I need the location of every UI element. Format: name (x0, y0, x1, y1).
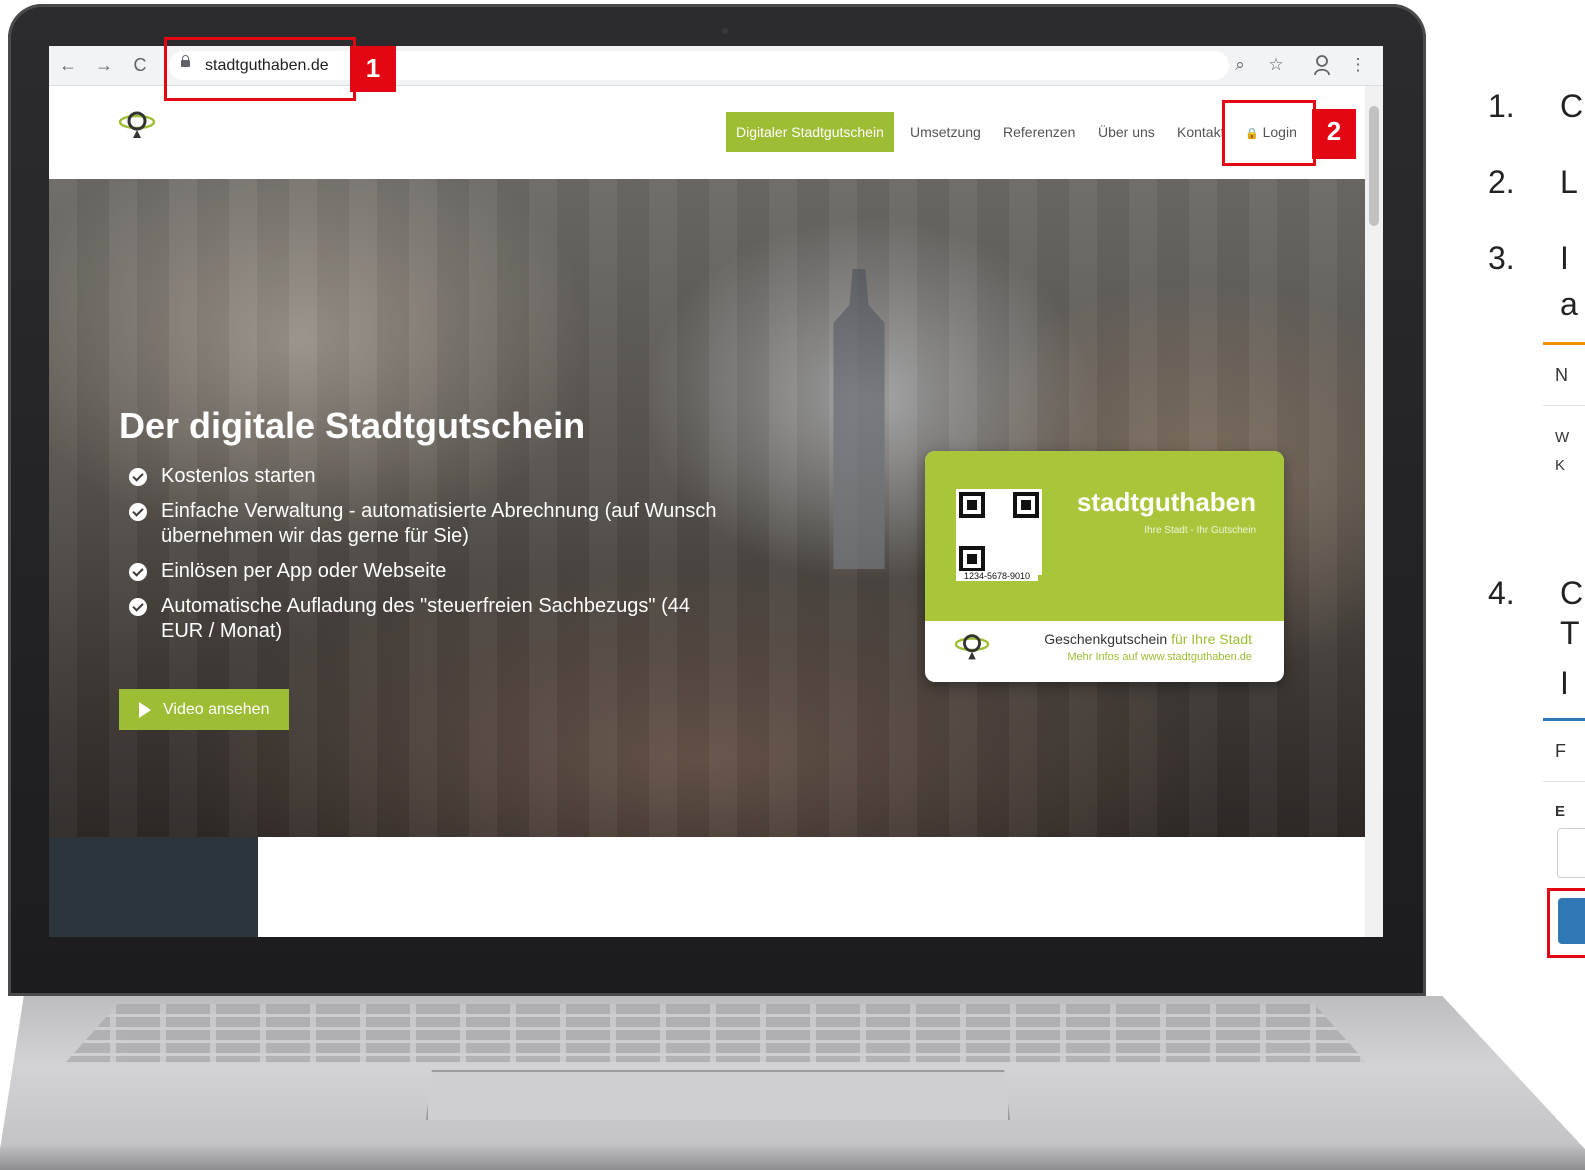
keyboard (66, 1004, 1366, 1062)
qr-finder (1013, 492, 1039, 518)
check-circle-icon (129, 563, 147, 581)
step-text: C (1560, 575, 1584, 611)
step-text: a (1560, 286, 1578, 322)
card-logo-icon (954, 634, 990, 660)
card-line2: Mehr Infos auf www.stadtguthaben.de (1067, 651, 1252, 663)
browser-menu-icon[interactable]: ⋮ (1347, 54, 1369, 76)
panel-text: K (1555, 457, 1566, 474)
screen: ← → C stadtguthaben.de ⌕ ☆ ⋮ Digitaler S… (49, 46, 1383, 937)
video-ansehen-button[interactable]: Video ansehen (119, 689, 290, 730)
feature-item: Einlösen per App oder Webseite (129, 559, 721, 584)
panel-divider (1543, 781, 1585, 782)
feature-text: Automatische Aufladung des "steuerfreien… (161, 595, 690, 642)
step-text: I (1560, 240, 1569, 276)
step-text: L (1560, 164, 1578, 200)
page-scrollbar[interactable] (1365, 86, 1383, 937)
church-tower-background (833, 269, 885, 569)
nav-referenzen[interactable]: Referenzen (1003, 112, 1075, 152)
play-icon (139, 702, 151, 718)
card-line1: Geschenkgutschein für Ihre Stadt (1044, 631, 1252, 647)
panel-text: W (1555, 429, 1570, 446)
trackpad (426, 1070, 1010, 1120)
step-text: I (1560, 665, 1569, 701)
nav-umsetzung[interactable]: Umsetzung (910, 112, 981, 152)
hero-title: Der digitale Stadtgutschein (119, 405, 586, 446)
scroll-thumb[interactable] (1369, 106, 1379, 226)
hero-feature-list: Kostenlos starten Einfache Verwaltung - … (129, 464, 721, 654)
annotation-marker-1: 1 (350, 46, 396, 92)
feature-item: Einfache Verwaltung - automatisierte Abr… (129, 499, 721, 549)
back-icon[interactable]: ← (57, 54, 79, 76)
annotation-box-url (164, 37, 356, 101)
video-button-label: Video ansehen (163, 701, 270, 718)
annotation-marker-2: 2 (1312, 109, 1356, 159)
instruction-panel-notice: N W K (1543, 342, 1585, 515)
step-number: 4. (1488, 575, 1515, 611)
feature-item: Automatische Aufladung des "steuerfreien… (129, 594, 721, 644)
annotation-box-login (1222, 100, 1316, 166)
feature-text: Kostenlos starten (161, 465, 316, 487)
voucher-card: 1234-5678-9010 stadtguthaben Ihre Stadt … (925, 451, 1284, 682)
check-circle-icon (129, 598, 147, 616)
check-circle-icon (129, 468, 147, 486)
avatar-glyph (1314, 55, 1330, 76)
email-field[interactable] (1557, 828, 1585, 878)
panel-divider (1543, 405, 1585, 406)
card-brand: stadtguthaben (1076, 487, 1256, 517)
panel-label: E (1555, 803, 1566, 820)
footer-dark-block (49, 837, 258, 937)
feature-item: Kostenlos starten (129, 464, 721, 489)
profile-avatar-icon[interactable] (1311, 54, 1333, 76)
card-tagline: Ihre Stadt - Ihr Gutschein (1144, 525, 1256, 536)
panel-title: N (1555, 365, 1568, 385)
nav-kontakt[interactable]: Kontakt (1177, 112, 1223, 152)
qr-finder (959, 492, 985, 518)
qr-finder (959, 546, 985, 572)
feature-text: Einlösen per App oder Webseite (161, 560, 447, 582)
step-text: C (1560, 88, 1584, 124)
check-circle-icon (129, 503, 147, 521)
step-number: 2. (1488, 164, 1515, 200)
nav-ueber-uns[interactable]: Über uns (1098, 112, 1155, 152)
bookmark-star-icon[interactable]: ☆ (1265, 54, 1287, 76)
panel-title: F (1555, 741, 1566, 761)
hero-section: Der digitale Stadtgutschein Kostenlos st… (49, 179, 1365, 837)
feature-text: Einfache Verwaltung - automatisierte Abr… (161, 500, 717, 547)
reload-icon[interactable]: C (129, 54, 151, 76)
site-logo-icon[interactable] (117, 108, 157, 144)
card-line1-accent: für Ihre Stadt (1171, 631, 1252, 647)
qr-code-icon (956, 489, 1042, 575)
step-number: 1. (1488, 88, 1515, 124)
voucher-card-top: 1234-5678-9010 stadtguthaben Ihre Stadt … (925, 451, 1284, 621)
forward-icon[interactable]: → (93, 54, 115, 76)
camera-dot (722, 28, 728, 34)
step-number: 3. (1488, 240, 1515, 276)
nav-digitaler-stadtgutschein[interactable]: Digitaler Stadtgutschein (726, 112, 894, 152)
step-text: T (1560, 615, 1580, 651)
submit-button[interactable] (1558, 898, 1585, 944)
voucher-code: 1234-5678-9010 (956, 571, 1038, 581)
zoom-icon[interactable]: ⌕ (1229, 54, 1251, 76)
card-line1-main: Geschenkgutschein (1044, 631, 1168, 647)
